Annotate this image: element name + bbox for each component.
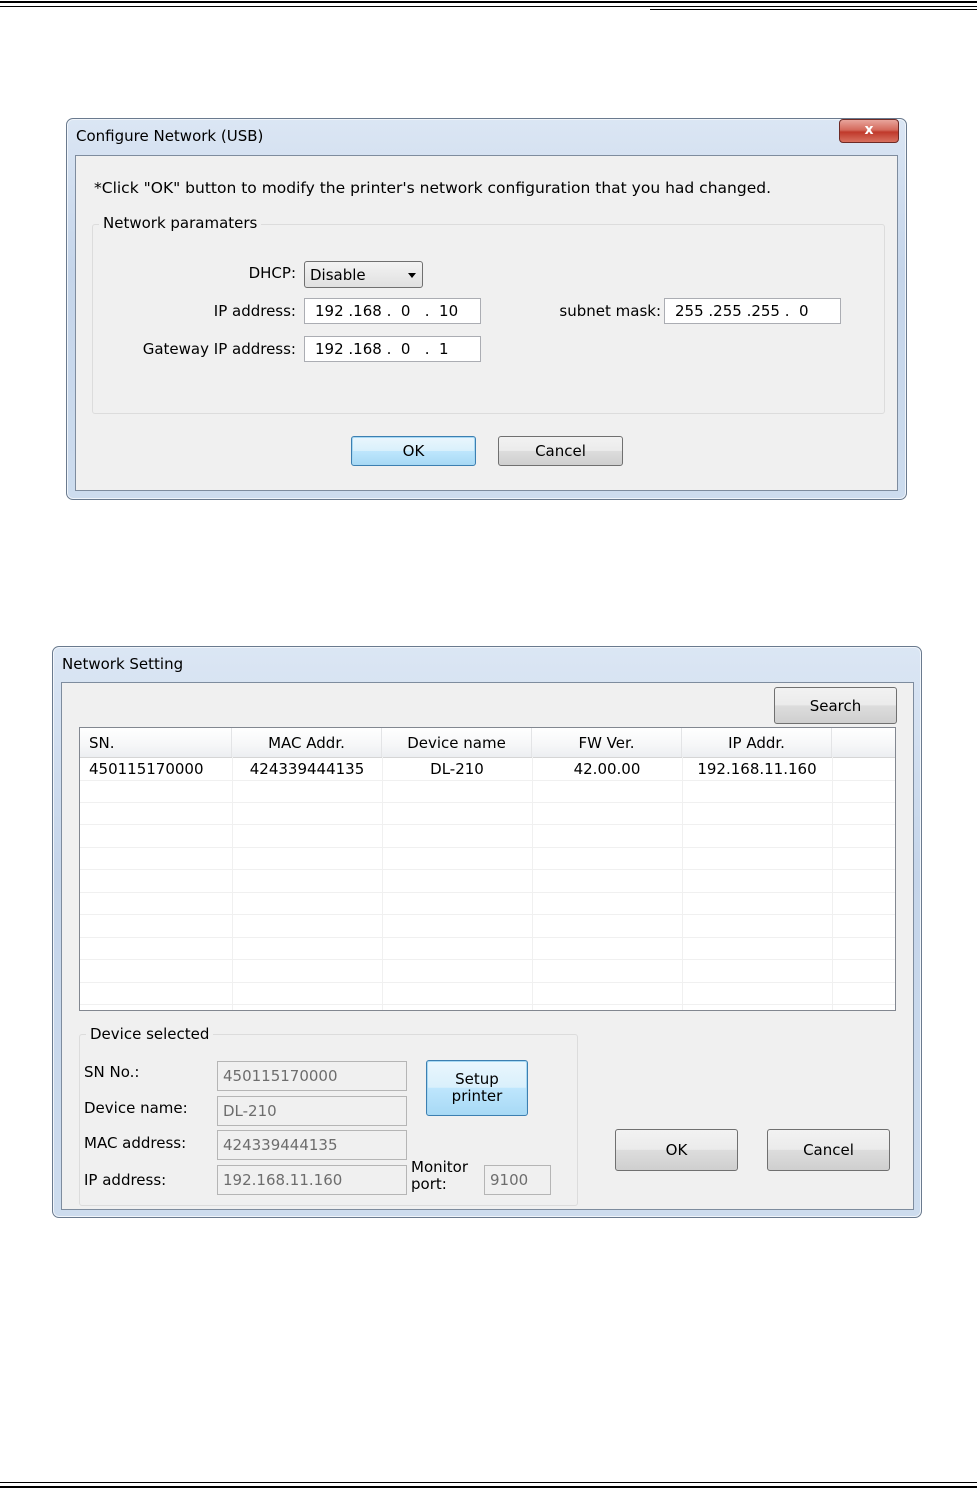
column-header-ip[interactable]: IP Addr. [682,728,832,757]
grid-line [232,757,233,1010]
dialog-client-area: *Click "OK" button to modify the printer… [75,155,898,491]
grid-line [80,1004,895,1005]
network-setting-dialog: Network Setting Search SN. MAC Addr. Dev… [52,646,922,1218]
ok-button[interactable]: OK [351,436,476,466]
device-name-field: DL-210 [217,1096,407,1126]
search-button[interactable]: Search [774,687,897,724]
column-header-device-name[interactable]: Device name [382,728,532,757]
device-list[interactable]: SN. MAC Addr. Device name FW Ver. IP Add… [79,727,896,1011]
column-header-fw-ver[interactable]: FW Ver. [532,728,682,757]
grid-line [382,757,383,1010]
dialog-title: Network Setting [62,655,184,673]
dhcp-select-value: Disable [310,265,366,284]
device-name-label: Device name: [84,1099,188,1117]
setup-printer-label-line1: Setup [455,1070,499,1088]
grid-line [80,847,895,848]
grid-line [80,780,895,781]
grid-line [682,757,683,1010]
chevron-down-icon [408,273,416,278]
column-header-filler [832,728,895,757]
setup-printer-button[interactable]: Setup printer [426,1060,528,1116]
cell-mac: 424339444135 [249,760,365,778]
dialog-client-area: Search SN. MAC Addr. Device name FW Ver.… [61,682,914,1210]
sn-field: 450115170000 [217,1061,407,1091]
grid-line [80,824,895,825]
instruction-text: *Click "OK" button to modify the printer… [94,179,771,197]
grid-line [80,892,895,893]
mac-address-field: 424339444135 [217,1130,407,1160]
grid-line [80,802,895,803]
list-header: SN. MAC Addr. Device name FW Ver. IP Add… [80,728,895,758]
table-row[interactable]: 450115170000 424339444135 DL-210 42.00.0… [80,758,895,780]
network-params-legend: Network paramaters [99,214,262,232]
cancel-button[interactable]: Cancel [767,1129,890,1171]
ip-address-label: IP address: [84,1171,167,1189]
grid-line [80,937,895,938]
cell-sn: 450115170000 [89,760,204,778]
grid-line [832,757,833,1010]
ip-address-field: 192.168.11.160 [217,1165,407,1195]
column-header-mac[interactable]: MAC Addr. [232,728,382,757]
grid-line [80,982,895,983]
ok-button[interactable]: OK [615,1129,738,1171]
cancel-button[interactable]: Cancel [498,436,623,466]
sn-label: SN No.: [84,1063,140,1081]
monitor-port-label: Monitor port: [411,1159,468,1193]
grid-line [532,757,533,1010]
grid-line [80,959,895,960]
cell-device-name: DL-210 [430,760,484,778]
dhcp-label: DHCP: [248,264,296,282]
subnet-mask-label: subnet mask: [559,302,661,320]
monitor-port-label-line1: Monitor [411,1158,469,1176]
column-header-sn[interactable]: SN. [80,728,232,757]
monitor-port-label-line2: port: [411,1175,447,1193]
dhcp-select[interactable]: Disable [304,261,423,288]
cell-fw-ver: 42.00.00 [573,760,641,778]
grid-line [80,914,895,915]
grid-line [80,869,895,870]
ip-address-label: IP address: [213,302,296,320]
setup-printer-label-line2: printer [451,1087,503,1105]
mac-address-label: MAC address: [84,1134,187,1152]
monitor-port-field: 9100 [484,1165,551,1195]
ip-address-field[interactable]: 192 .168 . 0 . 10 [304,298,481,324]
gateway-field[interactable]: 192 .168 . 0 . 1 [304,336,481,362]
close-button[interactable]: x [839,119,899,143]
dialog-title: Configure Network (USB) [76,127,264,145]
configure-network-dialog: Configure Network (USB) x *Click "OK" bu… [66,118,907,500]
gateway-label: Gateway IP address: [142,340,296,358]
subnet-mask-field[interactable]: 255 .255 .255 . 0 [664,298,841,324]
device-selected-legend: Device selected [86,1025,214,1043]
cell-ip: 192.168.11.160 [697,760,817,778]
